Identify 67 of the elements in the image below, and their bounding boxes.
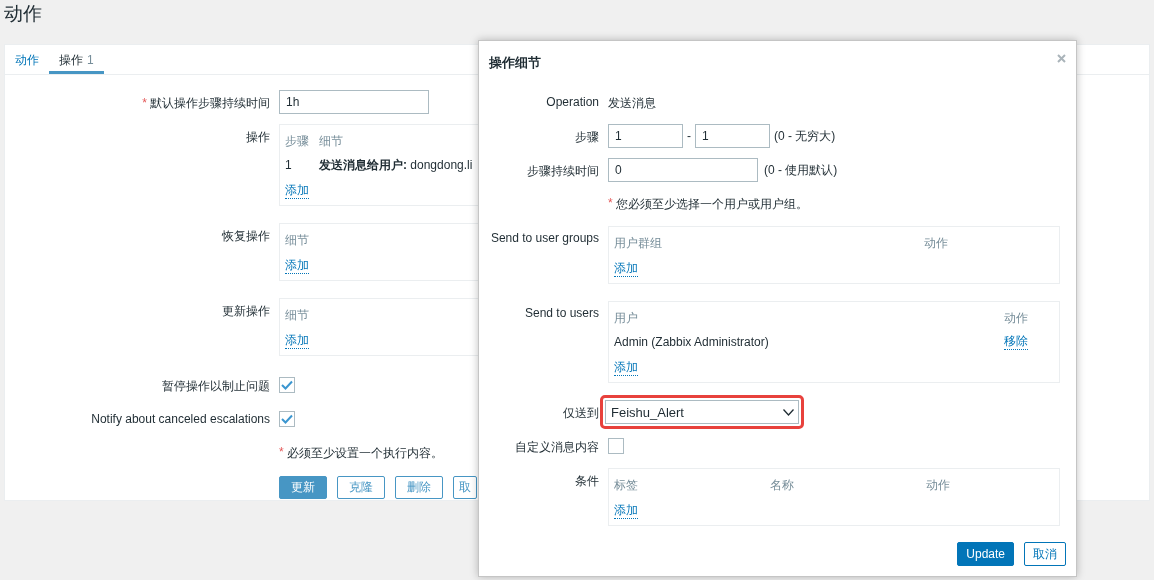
- hint-text: (0 - 使用默认): [764, 161, 838, 179]
- chevron-down-icon: [783, 408, 794, 416]
- tab[interactable]: 动作: [5, 45, 49, 74]
- add-link[interactable]: 添加: [614, 503, 638, 519]
- dropdown-select[interactable]: Feishu_Alert: [605, 400, 799, 424]
- field-label: 条件: [575, 474, 599, 488]
- checkmark-icon: [281, 380, 293, 390]
- hint-text: (0 - 无穷大): [774, 127, 836, 145]
- column-header: 步骤: [285, 132, 309, 150]
- required-marker: *: [142, 96, 147, 110]
- table-cell: 发送消息给用户: dongdong.li: [319, 156, 473, 174]
- field-label: 操作: [246, 130, 270, 144]
- column-header: 细节: [285, 306, 309, 324]
- column-header: 动作: [1004, 309, 1028, 327]
- requirement-note: 您必须至少选择一个用户或用户组。: [615, 195, 808, 213]
- checkbox[interactable]: [279, 377, 295, 393]
- field-label: 恢复操作: [222, 229, 270, 243]
- column-header: 动作: [926, 476, 950, 494]
- field-label: 仅送到: [563, 406, 599, 420]
- dialog-title: 操作细节: [489, 54, 541, 72]
- column-header: 细节: [285, 231, 309, 249]
- column-header: 细节: [319, 132, 343, 150]
- column-header: 动作: [924, 234, 948, 252]
- checkbox[interactable]: [279, 411, 295, 427]
- add-link[interactable]: 添加: [285, 258, 309, 274]
- field-label: Notify about canceled escalations: [91, 412, 270, 426]
- field-label: 更新操作: [222, 304, 270, 318]
- update-button[interactable]: Update: [957, 542, 1014, 566]
- column-header: 名称: [770, 476, 794, 494]
- field-label: Send to users: [524, 306, 599, 320]
- field-label: 步骤: [575, 130, 599, 144]
- close-icon[interactable]: [1057, 54, 1066, 63]
- field-value: 发送消息: [608, 95, 656, 112]
- step-to-input[interactable]: 1: [695, 124, 770, 148]
- field-label: Operation: [546, 95, 599, 109]
- checkbox[interactable]: [608, 438, 624, 454]
- add-link[interactable]: 添加: [285, 183, 309, 199]
- field-label: 步骤持续时间: [527, 164, 599, 178]
- required-marker: *: [279, 444, 284, 461]
- page-title: 动作: [3, 2, 43, 26]
- secondary-button[interactable]: 删除: [395, 475, 443, 499]
- column-header: 用户群组: [614, 234, 662, 252]
- text-input[interactable]: 0: [608, 158, 758, 182]
- required-marker: *: [608, 195, 613, 212]
- tab[interactable]: 操作 1: [49, 45, 104, 74]
- column-header: 用户: [614, 309, 638, 327]
- table-cell: Admin (Zabbix Administrator): [614, 335, 769, 349]
- add-link[interactable]: 添加: [614, 360, 638, 376]
- step-from-input[interactable]: 1: [608, 124, 683, 148]
- remove-link[interactable]: 移除: [1004, 334, 1028, 350]
- text-input[interactable]: 1h: [279, 90, 429, 114]
- requirement-note: 必须至少设置一个执行内容。: [286, 444, 443, 462]
- table-cell: 1: [285, 158, 292, 172]
- tab-count: 1: [87, 53, 94, 67]
- range-separator: -: [687, 129, 691, 143]
- primary-button[interactable]: 更新: [279, 475, 327, 499]
- add-link[interactable]: 添加: [614, 261, 638, 277]
- secondary-button[interactable]: 克隆: [337, 475, 385, 499]
- field-label: Send to user groups: [490, 231, 599, 245]
- field-label: 默认操作步骤持续时间: [150, 96, 270, 110]
- field-label: 自定义消息内容: [515, 440, 599, 454]
- secondary-button[interactable]: 取: [453, 475, 477, 499]
- cancel-button[interactable]: 取消: [1024, 542, 1066, 566]
- column-header: 标签: [614, 476, 638, 494]
- add-link[interactable]: 添加: [285, 333, 309, 349]
- field-label: 暂停操作以制止问题: [162, 379, 270, 393]
- checkmark-icon: [281, 414, 293, 424]
